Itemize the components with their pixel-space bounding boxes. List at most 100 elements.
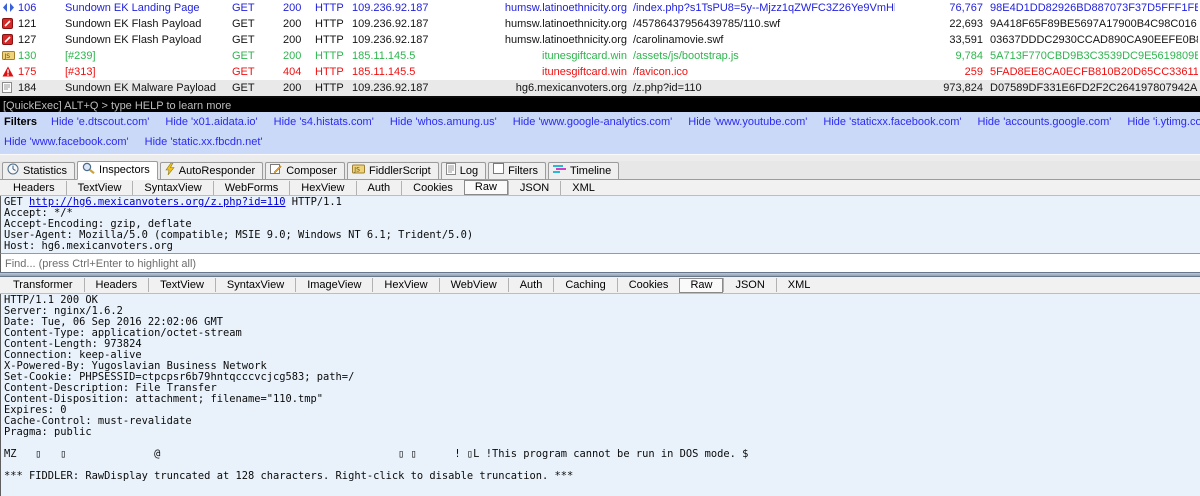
response-inspector-tabs: TransformerHeadersTextViewSyntaxViewImag… xyxy=(0,277,1200,294)
request-raw-pane[interactable]: GET http://hg6.mexicanvoters.org/z.php?i… xyxy=(0,196,1200,253)
find-input[interactable] xyxy=(1,256,1191,273)
filters-row-1: FiltersHide 'e.dtscout.com'Hide 'x01.aid… xyxy=(0,112,1200,132)
session-body-size: 33,591 xyxy=(895,32,983,48)
response-tab-xml[interactable]: XML xyxy=(776,278,822,292)
filter-hide-link[interactable]: Hide 'i.ytimg.com' xyxy=(1127,116,1200,128)
response-tab-headers[interactable]: Headers xyxy=(84,278,149,292)
response-tab-cookies[interactable]: Cookies xyxy=(617,278,680,292)
flash-icon xyxy=(2,16,17,32)
filter-hide-link[interactable]: Hide 'www.facebook.com' xyxy=(4,136,129,148)
request-url-link[interactable]: http://hg6.mexicanvoters.org/z.php?id=11… xyxy=(29,197,285,208)
session-method: GET xyxy=(232,64,274,80)
filter-hide-link[interactable]: Hide 'staticxx.facebook.com' xyxy=(823,116,961,128)
tab-log[interactable]: Log xyxy=(441,162,486,179)
response-raw-line: MZ ▯ ▯ @ ▯ ▯ ! ▯L !This program cannot b… xyxy=(4,449,1200,460)
response-tab-json[interactable]: JSON xyxy=(723,278,775,292)
session-row[interactable]: 106Sundown EK Landing PageGET200HTTP109.… xyxy=(0,0,1200,16)
tab-composer[interactable]: Composer xyxy=(265,162,345,179)
session-row[interactable]: 121Sundown EK Flash PayloadGET200HTTP109… xyxy=(0,16,1200,32)
request-tab-hexview[interactable]: HexView xyxy=(289,181,355,195)
session-ip: 109.236.92.187 xyxy=(352,80,452,96)
tab-label: Filters xyxy=(508,164,538,179)
tab-statistics[interactable]: Statistics xyxy=(2,162,75,179)
response-tab-auth[interactable]: Auth xyxy=(508,278,554,292)
session-body-size: 22,693 xyxy=(895,16,983,32)
session-url: /z.php?id=110 xyxy=(633,80,895,96)
quickexec-bar[interactable]: [QuickExec] ALT+Q > type HELP to learn m… xyxy=(0,96,1200,112)
request-tab-auth[interactable]: Auth xyxy=(356,181,402,195)
autoresponder-icon xyxy=(165,163,175,180)
session-url: /45786437956439785/110.swf xyxy=(633,16,895,32)
response-raw-line: X-Powered-By: Yugoslavian Business Netwo… xyxy=(4,361,1200,372)
session-id: 127 xyxy=(18,32,62,48)
filter-hide-link[interactable]: Hide 'e.dtscout.com' xyxy=(51,116,149,128)
session-hash: 03637DDDC2930CCAD890CA90EEFE0B8D xyxy=(990,32,1198,48)
request-tab-raw[interactable]: Raw xyxy=(464,180,508,195)
filter-hide-link[interactable]: Hide 'www.google-analytics.com' xyxy=(513,116,673,128)
session-body-size: 9,784 xyxy=(895,48,983,64)
filter-hide-link[interactable]: Hide 'www.youtube.com' xyxy=(688,116,807,128)
request-tab-webforms[interactable]: WebForms xyxy=(213,181,290,195)
request-header-line: Accept: */* xyxy=(4,208,1200,219)
filters-icon xyxy=(493,163,504,179)
response-raw-line: Content-Type: application/octet-stream xyxy=(4,328,1200,339)
alert-icon xyxy=(2,64,17,80)
tab-filters[interactable]: Filters xyxy=(488,162,546,179)
response-raw-line: Content-Length: 973824 xyxy=(4,339,1200,350)
session-method: GET xyxy=(232,16,274,32)
session-url: /index.php?s1TsPU8=5y--Mjzz1qZWFC3Z26Ye9… xyxy=(633,0,895,16)
filter-hide-link[interactable]: Hide 'whos.amung.us' xyxy=(390,116,497,128)
request-tab-xml[interactable]: XML xyxy=(560,181,606,195)
response-raw-line: HTTP/1.1 200 OK xyxy=(4,295,1200,306)
filter-hide-link[interactable]: Hide 's4.histats.com' xyxy=(274,116,374,128)
request-tab-syntaxview[interactable]: SyntaxView xyxy=(132,181,212,195)
response-tab-syntaxview[interactable]: SyntaxView xyxy=(215,278,295,292)
request-inspector-tabs: HeadersTextViewSyntaxViewWebFormsHexView… xyxy=(0,180,1200,196)
tab-timeline[interactable]: Timeline xyxy=(548,162,619,179)
binary-icon xyxy=(2,80,17,96)
session-result: 200 xyxy=(283,80,313,96)
session-method: GET xyxy=(232,32,274,48)
response-raw-line: Date: Tue, 06 Sep 2016 22:02:06 GMT xyxy=(4,317,1200,328)
session-comment: Sundown EK Flash Payload xyxy=(65,16,230,32)
response-raw-line: Content-Disposition: attachment; filenam… xyxy=(4,394,1200,405)
request-header-line: Accept-Encoding: gzip, deflate xyxy=(4,219,1200,230)
response-tab-caching[interactable]: Caching xyxy=(553,278,616,292)
request-tab-json[interactable]: JSON xyxy=(508,181,560,195)
response-raw-pane[interactable]: HTTP/1.1 200 OKServer: nginx/1.6.2Date: … xyxy=(0,294,1200,496)
request-tab-headers[interactable]: Headers xyxy=(2,181,66,195)
request-tab-cookies[interactable]: Cookies xyxy=(401,181,464,195)
filter-hide-link[interactable]: Hide 'static.xx.fbcdn.net' xyxy=(145,136,263,148)
session-list[interactable]: 106Sundown EK Landing PageGET200HTTP109.… xyxy=(0,0,1200,96)
session-comment: Sundown EK Malware Payload xyxy=(65,80,230,96)
response-tab-textview[interactable]: TextView xyxy=(148,278,215,292)
response-tab-imageview[interactable]: ImageView xyxy=(295,278,372,292)
response-raw-line: *** FIDDLER: RawDisplay truncated at 128… xyxy=(4,471,1200,482)
session-hash: D07589DF331E6FD2F2C264197807942A xyxy=(990,80,1198,96)
session-result: 200 xyxy=(283,48,313,64)
tab-autoresponder[interactable]: AutoResponder xyxy=(160,162,263,179)
request-method: GET xyxy=(4,197,23,208)
session-row[interactable]: 127Sundown EK Flash PayloadGET200HTTP109… xyxy=(0,32,1200,48)
session-method: GET xyxy=(232,0,274,16)
request-header-line: Host: hg6.mexicanvoters.org xyxy=(4,241,1200,252)
filter-hide-link[interactable]: Hide 'accounts.google.com' xyxy=(978,116,1112,128)
inspectors-icon xyxy=(82,162,95,179)
response-tab-transformer[interactable]: Transformer xyxy=(2,278,84,292)
session-row[interactable]: JS130[#239]GET200HTTP185.11.145.5itunesg… xyxy=(0,48,1200,64)
response-tab-raw[interactable]: Raw xyxy=(679,278,723,293)
tab-inspectors[interactable]: Inspectors xyxy=(77,161,158,180)
session-url: /assets/js/bootstrap.js xyxy=(633,48,895,64)
response-raw-line: Pragma: public xyxy=(4,427,1200,438)
request-tab-textview[interactable]: TextView xyxy=(66,181,133,195)
session-row[interactable]: 175[#313]GET404HTTP185.11.145.5itunesgif… xyxy=(0,64,1200,80)
response-raw-line xyxy=(4,460,1200,471)
response-tab-webview[interactable]: WebView xyxy=(439,278,508,292)
filter-hide-link[interactable]: Hide 'x01.aidata.io' xyxy=(165,116,257,128)
session-id: 175 xyxy=(18,64,62,80)
session-row[interactable]: 184Sundown EK Malware PayloadGET200HTTP1… xyxy=(0,80,1200,96)
tab-fiddlerscript[interactable]: JSFiddlerScript xyxy=(347,162,439,179)
response-tab-hexview[interactable]: HexView xyxy=(372,278,438,292)
response-raw-line: Connection: keep-alive xyxy=(4,350,1200,361)
session-protocol: HTTP xyxy=(315,0,351,16)
